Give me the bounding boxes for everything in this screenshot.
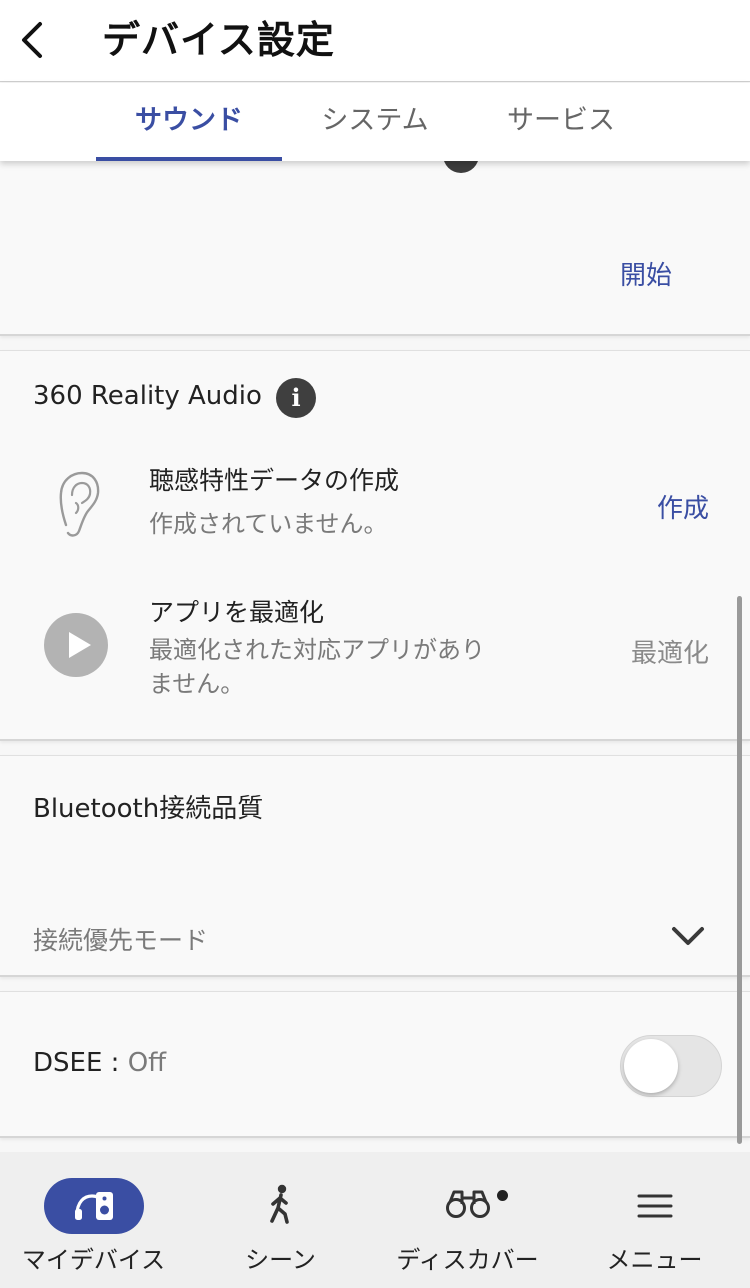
optimize-apps-status-line1: 最適化された対応アプリがあり (149, 636, 485, 664)
nav-discover[interactable]: ディスカバー (374, 1152, 561, 1288)
back-button[interactable] (6, 12, 62, 68)
nav-scenes[interactable]: シーン (187, 1152, 374, 1288)
bottom-navigation: マイデバイス シーン ディスカバー メニュー (0, 1152, 750, 1288)
start-section: 開始 (0, 149, 750, 336)
tab-services[interactable]: サービス (468, 83, 654, 161)
chevron-left-icon (22, 22, 42, 58)
app-header: デバイス設定 (0, 0, 750, 82)
toggle-knob (624, 1039, 678, 1093)
walking-person-icon (269, 1184, 289, 1224)
chevron-down-icon[interactable] (670, 924, 706, 948)
settings-tabs: サウンド システム サービス (0, 83, 750, 161)
optimize-apps-title: アプリを最適化 (149, 598, 325, 627)
ear-icon (59, 471, 100, 537)
optimize-button[interactable]: 最適化 (631, 633, 709, 670)
reality-audio-section: 360 Reality Audio i 聴感特性データの作成 作成されていません… (0, 350, 750, 741)
menu-icon (637, 1194, 672, 1218)
info-icon[interactable]: i (276, 378, 316, 418)
reality-audio-title: 360 Reality Audio (33, 381, 262, 411)
scrollbar[interactable] (737, 596, 742, 1144)
notification-dot (497, 1190, 508, 1201)
optimize-apps-status-line2: ません。 (149, 670, 245, 698)
bluetooth-quality-title: Bluetooth接続品質 (33, 794, 264, 824)
create-button[interactable]: 作成 (657, 488, 709, 525)
hearing-profile-title: 聴感特性データの作成 (149, 466, 400, 495)
dsee-section: DSEE : Off (0, 991, 750, 1138)
dsee-value: Off (127, 1048, 167, 1078)
play-icon (44, 613, 108, 677)
tab-sound[interactable]: サウンド (96, 83, 282, 161)
nav-label-menu: メニュー (606, 1246, 703, 1274)
dsee-separator: : (102, 1048, 128, 1078)
hearing-profile-status: 作成されていません。 (149, 510, 388, 538)
nav-label-discover: ディスカバー (396, 1246, 539, 1274)
nav-label-scenes: シーン (245, 1246, 316, 1274)
binoculars-icon (445, 1190, 490, 1218)
nav-my-device[interactable]: マイデバイス (0, 1152, 187, 1288)
active-nav-pill (43, 1178, 144, 1234)
device-settings-screen: デバイス設定 サウンド システム サービス 開始 360 Reality Aud… (0, 0, 750, 1288)
dsee-name: DSEE (33, 1048, 103, 1078)
dsee-toggle[interactable] (620, 1035, 722, 1097)
connection-mode-select[interactable]: 接続優先モード (33, 921, 208, 957)
nav-label-my-device: マイデバイス (21, 1246, 166, 1274)
nav-menu[interactable]: メニュー (561, 1152, 748, 1288)
bluetooth-quality-section: Bluetooth接続品質 接続優先モード (0, 755, 750, 977)
page-title: デバイス設定 (102, 18, 335, 62)
my-device-icon (74, 1192, 113, 1220)
tab-system[interactable]: システム (282, 83, 468, 161)
start-button[interactable]: 開始 (620, 255, 672, 292)
dsee-label: DSEE : Off (33, 1048, 166, 1078)
